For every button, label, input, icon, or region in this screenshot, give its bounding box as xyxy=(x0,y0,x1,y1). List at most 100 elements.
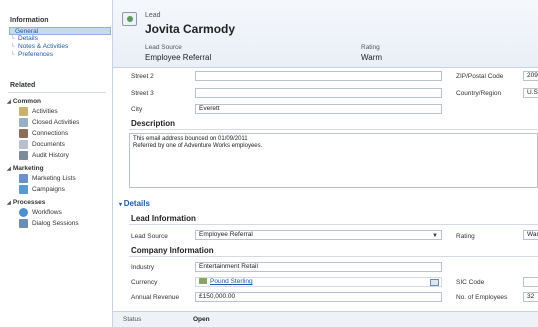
collapse-triangle-icon: ◢ xyxy=(7,166,11,172)
lead-source-select[interactable]: Employee Referral ▼ xyxy=(195,230,442,240)
nav-item-label: Closed Activities xyxy=(32,119,80,126)
nav-item-activities[interactable]: Activities xyxy=(19,107,58,116)
nav-item-label: Details xyxy=(18,35,38,42)
dropdown-arrow-icon: ▼ xyxy=(432,233,438,239)
information-section-title: Information xyxy=(10,17,49,24)
annual-revenue-label: Annual Revenue xyxy=(131,294,180,301)
nav-item-campaigns[interactable]: Campaigns xyxy=(19,185,65,194)
currency-lookup[interactable]: Pound Sterling xyxy=(195,277,442,287)
nav-item-label: Audit History xyxy=(32,152,69,159)
zip-label: ZIP/Postal Code xyxy=(456,73,504,80)
nav-item-preferences[interactable]: └ Preferences xyxy=(0,51,112,59)
lookup-icon[interactable] xyxy=(430,279,439,286)
header-rating-label: Rating xyxy=(361,44,380,51)
nav-item-label: Preferences xyxy=(18,51,54,58)
employees-label: No. of Employees xyxy=(456,294,508,301)
description-line: Referred by one of Adventure Works emplo… xyxy=(133,143,263,149)
description-line: This email address bounced on 01/09/2011 xyxy=(133,136,248,142)
rating-label: Rating xyxy=(456,233,475,240)
details-title: Details xyxy=(123,199,150,208)
header-rating-value: Warm xyxy=(361,53,383,62)
company-information-title: Company Information xyxy=(131,246,214,255)
rating-select[interactable]: War xyxy=(523,230,538,240)
tree-branch-icon: └ xyxy=(10,51,15,58)
industry-label: Industry xyxy=(131,264,155,271)
divider xyxy=(129,224,538,225)
form-navigation: Information General └ Details └ Notes & Ac… xyxy=(0,0,113,327)
nav-item-details[interactable]: └ Details xyxy=(0,35,112,43)
status-value: Open xyxy=(193,316,210,323)
nav-item-documents[interactable]: Documents xyxy=(19,140,65,149)
status-label: Status xyxy=(123,316,142,323)
employees-field[interactable]: 32 xyxy=(523,292,538,302)
nav-group-common[interactable]: ◢ Common xyxy=(7,98,41,105)
marketing-lists-icon xyxy=(19,174,28,183)
nav-group-marketing[interactable]: ◢ Marketing xyxy=(7,165,44,172)
header-lead-source-value: Employee Referral xyxy=(145,53,212,62)
workflows-icon xyxy=(19,208,28,217)
zip-field[interactable]: 2095 xyxy=(523,71,538,81)
lead-icon xyxy=(122,12,137,26)
collapse-triangle-icon: ◢ xyxy=(7,99,11,105)
tree-branch-icon: └ xyxy=(10,43,15,50)
city-label: City xyxy=(131,106,143,113)
lead-source-value: Employee Referral xyxy=(199,231,253,238)
sic-code-field[interactable] xyxy=(523,277,538,287)
nav-item-connections[interactable]: Connections xyxy=(19,129,68,138)
divider xyxy=(129,129,538,130)
nav-item-audit-history[interactable]: Audit History xyxy=(19,151,69,160)
city-field[interactable]: Everett xyxy=(195,104,442,114)
nav-item-label: Dialog Sessions xyxy=(32,220,79,227)
description-textarea[interactable]: This email address bounced on 01/09/2011… xyxy=(129,133,538,188)
street3-label: Street 3 xyxy=(131,90,154,97)
street2-label: Street 2 xyxy=(131,73,154,80)
nav-item-marketing-lists[interactable]: Marketing Lists xyxy=(19,174,76,183)
nav-item-label: Documents xyxy=(32,141,65,148)
divider xyxy=(8,92,106,93)
sic-code-label: SIC Code xyxy=(456,279,485,286)
street3-field[interactable] xyxy=(195,88,442,98)
entity-name: Lead xyxy=(145,12,161,19)
nav-item-label: Marketing Lists xyxy=(32,175,76,182)
nav-item-closed-activities[interactable]: Closed Activities xyxy=(19,118,79,127)
collapse-triangle-icon: ◢ xyxy=(7,200,11,206)
status-bar: Status Open xyxy=(113,311,538,327)
nav-item-workflows[interactable]: Workflows xyxy=(19,208,62,217)
currency-icon xyxy=(199,278,207,285)
currency-label: Currency xyxy=(131,279,158,286)
nav-item-general[interactable]: General xyxy=(9,27,111,35)
tree-branch-icon: └ xyxy=(10,35,15,42)
nav-item-label: Activities xyxy=(32,108,58,115)
street2-field[interactable] xyxy=(195,71,442,81)
nav-item-label: Connections xyxy=(32,130,69,137)
industry-field[interactable]: Entertainment Retail xyxy=(195,262,442,272)
audit-history-icon xyxy=(19,151,28,160)
nav-group-label: Marketing xyxy=(12,165,44,172)
annual-revenue-field[interactable]: £150,000.00 xyxy=(195,292,442,302)
record-header: Lead Jovita Carmody Lead Source Employee… xyxy=(113,0,538,68)
nav-item-label: Workflows xyxy=(32,209,62,216)
nav-item-notes-activities[interactable]: └ Notes & Activities xyxy=(0,43,112,51)
currency-link[interactable]: Pound Sterling xyxy=(210,278,253,285)
campaigns-icon xyxy=(19,185,28,194)
form-main: Lead Jovita Carmody Lead Source Employee… xyxy=(113,0,538,327)
description-title: Description xyxy=(131,119,176,128)
country-label: Country/Region xyxy=(456,90,502,97)
nav-item-label: General xyxy=(15,28,39,35)
closed-activities-icon xyxy=(19,118,28,127)
documents-icon xyxy=(19,140,28,149)
nav-item-dialog-sessions[interactable]: Dialog Sessions xyxy=(19,219,79,228)
nav-group-label: Common xyxy=(12,98,42,105)
details-section-toggle[interactable]: ▾ Details xyxy=(119,199,150,208)
nav-group-processes[interactable]: ◢ Processes xyxy=(7,199,45,206)
lead-information-title: Lead Information xyxy=(131,214,196,223)
lead-source-label: Lead Source xyxy=(131,233,168,240)
divider xyxy=(129,256,538,257)
dialog-sessions-icon xyxy=(19,219,28,228)
header-lead-source-label: Lead Source xyxy=(145,44,182,51)
country-field[interactable]: U.S. xyxy=(523,88,538,98)
related-section-title: Related xyxy=(10,82,36,89)
nav-item-label: Notes & Activities xyxy=(18,43,69,50)
nav-group-label: Processes xyxy=(12,199,46,206)
connections-icon xyxy=(19,129,28,138)
